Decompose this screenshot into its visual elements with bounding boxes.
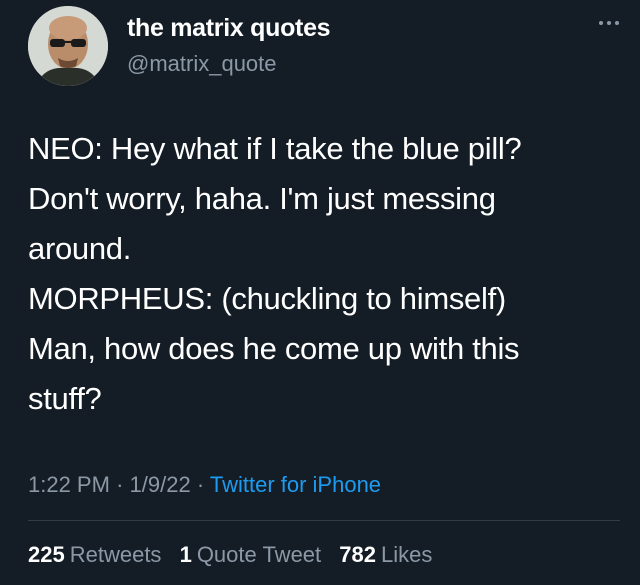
quote-tweets-stat[interactable]: 1 Quote Tweet: [180, 542, 322, 567]
tweet-date[interactable]: 1/9/22: [130, 472, 191, 497]
meta-separator: ·: [196, 472, 210, 497]
likes-label: Likes: [381, 542, 433, 567]
tweet-line: NEO: Hey what if I take the blue pill?: [28, 131, 522, 166]
tweet-line: stuff?: [28, 381, 102, 416]
retweets-count: 225: [28, 542, 65, 567]
retweets-stat[interactable]: 225 Retweets: [28, 542, 161, 567]
tweet-line: around.: [28, 231, 132, 266]
tweet-line: Don't worry, haha. I'm just messing: [28, 181, 496, 216]
retweets-label: Retweets: [69, 542, 162, 567]
tweet-text: NEO: Hey what if I take the blue pill? D…: [28, 124, 618, 424]
avatar[interactable]: [28, 6, 108, 86]
avatar-image: [28, 6, 108, 86]
likes-stat[interactable]: 782 Likes: [339, 542, 432, 567]
tweet-source-link[interactable]: Twitter for iPhone: [210, 472, 381, 497]
tweet-card: the matrix quotes @matrix_quote NEO: Hey…: [0, 0, 640, 585]
quote-tweets-count: 1: [179, 542, 192, 567]
quote-tweets-label: Quote Tweet: [196, 542, 322, 567]
meta-separator: ·: [116, 472, 130, 497]
tweet-time[interactable]: 1:22 PM: [28, 472, 110, 497]
tweet-stats: 225 Retweets 1 Quote Tweet 782 Likes: [28, 542, 444, 568]
more-options-icon[interactable]: [598, 16, 620, 30]
tweet-line: Man, how does he come up with this: [28, 331, 520, 366]
author-handle[interactable]: @matrix_quote: [127, 51, 277, 77]
author-name[interactable]: the matrix quotes: [127, 14, 331, 43]
likes-count: 782: [339, 542, 376, 567]
divider: [28, 520, 620, 521]
tweet-meta: 1:22 PM · 1/9/22 · Twitter for iPhone: [28, 472, 381, 498]
tweet-line: MORPHEUS: (chuckling to himself): [28, 281, 506, 316]
